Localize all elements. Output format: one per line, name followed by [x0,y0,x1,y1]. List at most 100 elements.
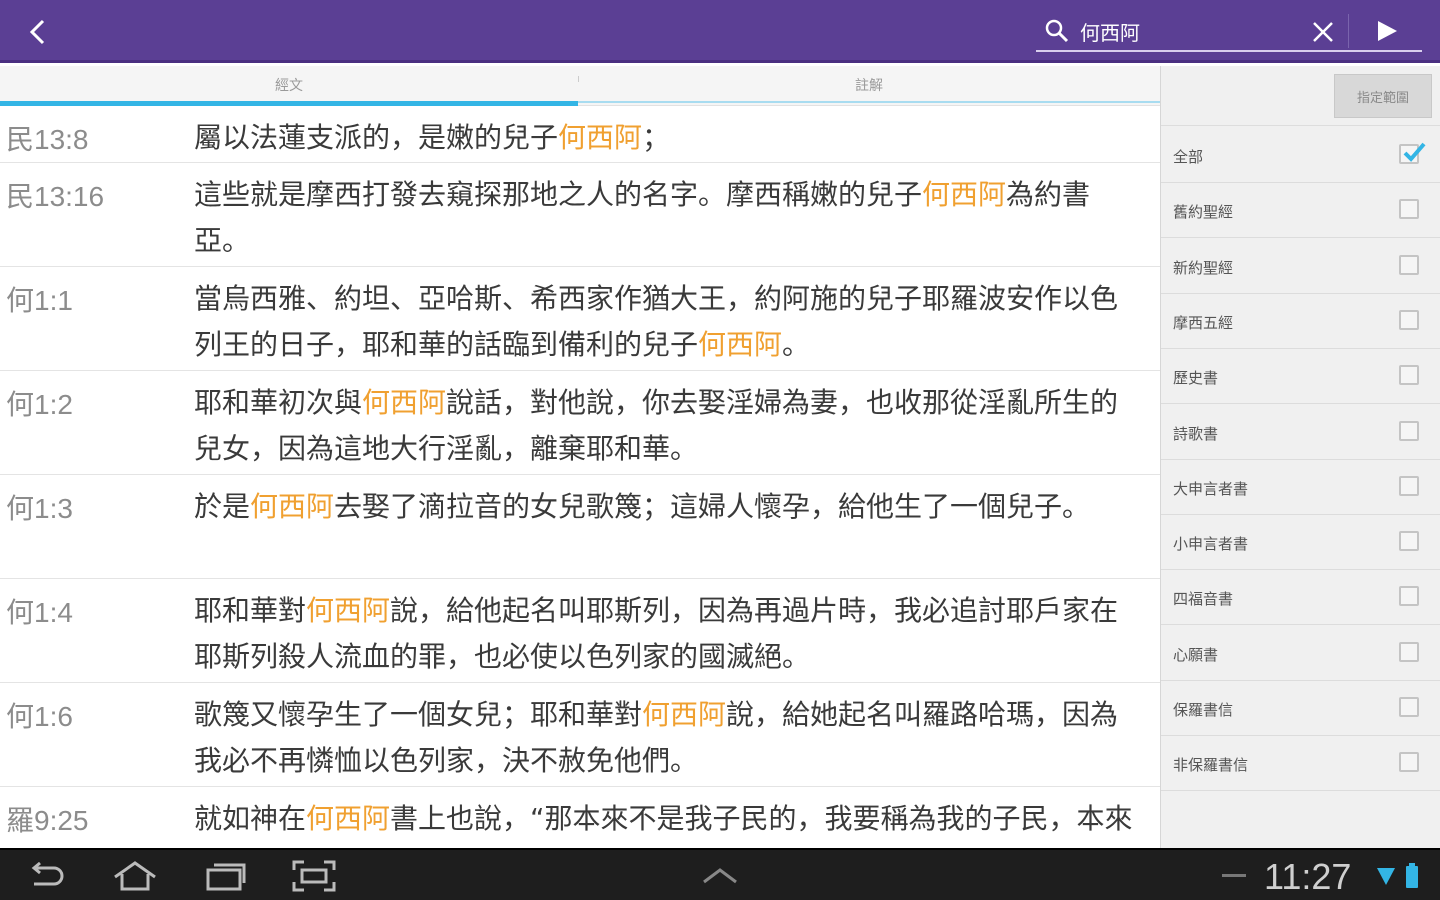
highlight-match: 何西阿 [306,594,391,627]
verse-reference: 何1:3 [6,493,73,524]
screenshot-button[interactable] [292,860,336,892]
filter-option[interactable]: 四福音書 [1161,570,1440,626]
filter-checkbox[interactable] [1399,199,1419,220]
list-item[interactable]: 何1:6 歌篾又懷孕生了一個女兒；耶和華對何西阿說，給她起名叫羅路哈瑪，因為我必… [0,683,1160,787]
screenshot-icon [292,860,336,892]
filter-checkbox[interactable] [1399,752,1419,773]
filter-checkbox[interactable] [1399,142,1426,164]
filter-option-label: 保羅書信 [1173,701,1234,719]
filter-checkbox[interactable] [1399,697,1419,717]
filter-option-label: 歷史書 [1173,369,1219,388]
verse-reference: 羅9:25 [6,805,89,836]
verse-text: 屬以法蓮支派的，是嫩的兒子何西阿； [194,121,671,154]
filter-checkbox[interactable] [1399,586,1419,607]
verse-text: 耶和華初次與何西阿說話，對他說，你去娶淫婦為妻，也收那從淫亂所生的兒女，因為這地… [194,386,1119,465]
recent-apps-icon [206,863,246,891]
search-icon [1045,19,1069,43]
tab-scripture[interactable]: 經文 [0,66,578,106]
list-item[interactable]: 何1:2 耶和華初次與何西阿說話，對他說，你去娶淫婦為妻，也收那從淫亂所生的兒女… [0,371,1160,475]
book-filter-panel: 指定範圍 全部舊約聖經新約聖經摩西五經歷史書詩歌書大申言者書小申言者書四福音書心… [1160,66,1440,848]
list-item[interactable]: 民13:16 這些就是摩西打發去窺探那地之人的名字。摩西稱嫩的兒子何西阿為約書亞… [0,163,1160,267]
wifi-icon [1376,860,1396,892]
search-separator [1348,14,1349,48]
filter-option-label: 詩歌書 [1173,424,1219,443]
back-nav-button[interactable] [26,860,66,892]
verse-reference: 何1:4 [6,597,73,628]
highlight-match: 何西阿 [362,386,447,419]
verse-reference: 民13:16 [6,181,105,212]
tab-divider [578,76,579,82]
checkmark-icon [1403,142,1426,162]
action-bar [0,0,1440,63]
highlight-match: 何西阿 [642,698,727,731]
back-button[interactable] [18,14,58,50]
filter-option[interactable]: 全部 [1161,128,1440,183]
result-tabs: 經文 註解 [0,66,1160,106]
tab-underline [578,101,1160,103]
chevron-up-icon [703,868,737,884]
highlight-match: 何西阿 [698,328,783,361]
filter-option-label: 非保羅書信 [1173,756,1249,775]
specify-range-button[interactable]: 指定範圍 [1334,74,1432,118]
filter-checkbox[interactable] [1399,365,1419,386]
list-item[interactable]: 民13:8 屬以法蓮支派的，是嫩的兒子何西阿； [0,106,1160,163]
filter-option[interactable]: 摩西五經 [1161,294,1440,349]
filter-checkbox[interactable] [1399,475,1419,496]
highlight-match: 何西阿 [250,490,335,523]
filter-option-label: 小申言者書 [1173,535,1249,554]
chevron-left-icon [29,19,45,45]
filter-option-label: 四福音書 [1173,590,1234,609]
list-item[interactable]: 何1:1 當烏西雅、約坦、亞哈斯、希西家作猶大王，約阿施的兒子耶羅波安作以色列王… [0,267,1160,371]
filter-option[interactable]: 保羅書信 [1161,681,1440,736]
filter-checkbox[interactable] [1399,309,1419,330]
system-bar: 11:27 [0,848,1440,900]
back-arrow-icon [31,862,64,886]
filter-option-label: 新約聖經 [1173,258,1234,277]
filter-option[interactable]: 舊約聖經 [1161,183,1440,239]
filter-checkbox[interactable] [1399,531,1419,552]
filter-checkbox[interactable] [1399,420,1419,441]
verse-text: 耶和華對何西阿說，給他起名叫耶斯列，因為再過片時，我必追討耶戶家在耶斯列殺人流血… [194,594,1119,673]
home-icon [114,861,156,891]
battery-icon [1404,860,1420,892]
filter-option[interactable]: 詩歌書 [1161,405,1440,460]
filter-option[interactable]: 歷史書 [1161,349,1440,405]
verse-text: 於是何西阿去娶了滴拉音的女兒歌篾；這婦人懷孕，給他生了一個兒子。 [194,490,1091,523]
filter-option-label: 全部 [1173,148,1204,166]
verse-text: 就如神在何西阿書上也說，“那本來不是我子民的，我要稱為我的子民，本來不是蒙愛的，… [194,802,1133,835]
list-item[interactable]: 何1:3 於是何西阿去娶了滴拉音的女兒歌篾；這婦人懷孕，給他生了一個兒子。 [0,475,1160,579]
search-input[interactable] [1080,16,1300,46]
highlight-match: 何西阿 [922,178,1007,211]
clock: 11:27 [1264,856,1352,897]
filter-option[interactable]: 新約聖經 [1161,239,1440,294]
filter-option[interactable]: 非保羅書信 [1161,736,1440,792]
filter-option[interactable]: 小申言者書 [1161,515,1440,571]
close-icon [1313,22,1333,42]
filter-option-label: 心願書 [1173,645,1219,664]
verse-text: 當烏西雅、約坦、亞哈斯、希西家作猶大王，約阿施的兒子耶羅波安作以色列王的日子，耶… [194,282,1119,361]
verse-reference: 何1:6 [6,701,73,732]
panel-header: 指定範圍 [1161,66,1440,126]
list-item[interactable]: 羅9:25 就如神在何西阿書上也說，“那本來不是我子民的，我要稱為我的子民，本來… [0,787,1160,848]
tab-notes[interactable]: 註解 [578,66,1160,104]
verse-reference: 何1:1 [6,285,73,316]
filter-checkbox[interactable] [1399,254,1419,275]
verse-text: 歌篾又懷孕生了一個女兒；耶和華對何西阿說，給她起名叫羅路哈瑪，因為我必不再憐恤以… [194,698,1119,777]
search-box [1036,8,1422,52]
filter-option-label: 大申言者書 [1173,479,1249,498]
verse-text: 這些就是摩西打發去窺探那地之人的名字。摩西稱嫩的兒子何西阿為約書亞。 [194,178,1091,257]
search-go-button[interactable] [1372,16,1402,46]
menu-up-button[interactable] [700,860,740,892]
list-item[interactable]: 何1:4 耶和華對何西阿說，給他起名叫耶斯列，因為再過片時，我必追討耶戶家在耶斯… [0,579,1160,683]
filter-option-label: 舊約聖經 [1173,203,1234,222]
filter-checkbox[interactable] [1399,641,1419,662]
home-button[interactable] [112,860,158,892]
filter-option-label: 摩西五經 [1173,313,1234,332]
recent-apps-button[interactable] [204,860,248,892]
clear-search-button[interactable] [1308,18,1338,46]
filter-option[interactable]: 大申言者書 [1161,460,1440,515]
highlight-match: 何西阿 [558,121,643,154]
verse-reference: 民13:8 [6,124,89,155]
filter-option[interactable]: 心願書 [1161,626,1440,681]
verse-list[interactable]: 民13:8 屬以法蓮支派的，是嫩的兒子何西阿； 民13:16 這些就是摩西打發去… [0,106,1160,848]
